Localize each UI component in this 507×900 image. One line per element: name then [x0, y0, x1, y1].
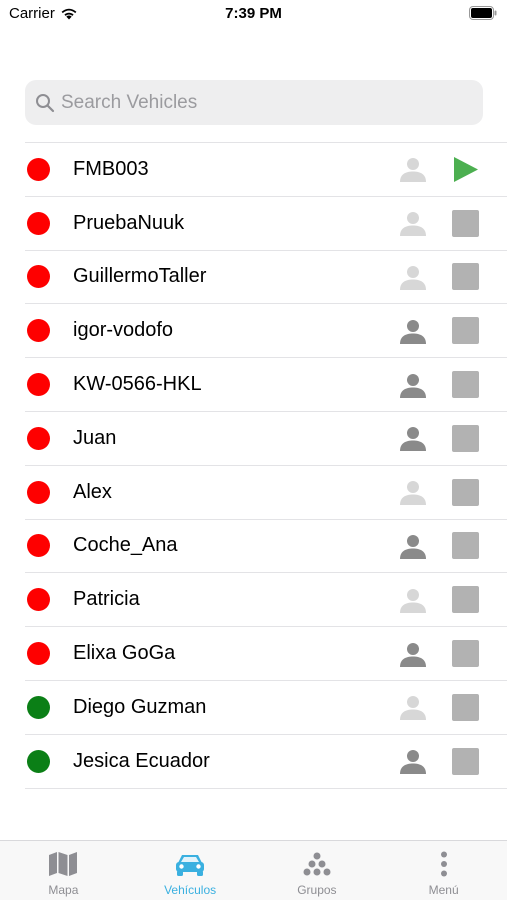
groups-icon — [301, 850, 333, 878]
tab-vehiculos[interactable]: Vehículos — [127, 841, 254, 900]
vehicle-row[interactable]: KW-0566-HKL — [25, 358, 507, 412]
vehicle-name: Juan — [73, 426, 117, 449]
stop-icon[interactable] — [452, 747, 479, 775]
vehicle-row[interactable]: Jesica Ecuador — [25, 735, 507, 789]
stop-icon[interactable] — [452, 478, 479, 506]
tab-mapa-label: Mapa — [48, 883, 79, 897]
status-time: 7:39 PM — [225, 5, 282, 22]
vehicle-name: Alex — [73, 480, 112, 503]
status-dot — [27, 319, 50, 343]
vehicle-row[interactable]: Alex — [25, 466, 507, 520]
driver-icon[interactable] — [399, 209, 427, 237]
status-dot — [27, 588, 50, 612]
status-dot — [27, 480, 50, 504]
vehicle-name: Jesica Ecuador — [73, 749, 210, 772]
stop-icon[interactable] — [452, 532, 479, 560]
status-dot — [27, 157, 50, 181]
status-dot — [27, 373, 50, 397]
more-icon — [428, 850, 460, 878]
vehicle-row[interactable]: PruebaNuuk — [25, 197, 507, 251]
vehicle-name: PruebaNuuk — [73, 211, 185, 234]
stop-icon[interactable] — [452, 371, 479, 399]
stop-icon[interactable] — [452, 586, 479, 614]
vehicle-name: igor-vodofo — [73, 319, 174, 342]
status-dot — [27, 642, 50, 666]
status-dot — [27, 211, 50, 235]
status-dot — [27, 534, 50, 558]
driver-icon[interactable] — [399, 640, 427, 668]
driver-icon[interactable] — [399, 263, 427, 291]
stop-icon[interactable] — [452, 209, 479, 237]
driver-icon[interactable] — [399, 532, 427, 560]
vehicle-name: KW-0566-HKL — [73, 373, 202, 396]
stop-icon[interactable] — [452, 640, 479, 668]
vehicle-row[interactable]: Coche_Ana — [25, 520, 507, 574]
driver-icon[interactable] — [399, 317, 427, 345]
tab-bar: Mapa Vehículos Grupos Menú — [0, 840, 507, 900]
vehicle-row[interactable]: igor-vodofo — [25, 304, 507, 359]
vehicle-name: Elixa GoGa — [73, 642, 176, 665]
status-dot — [27, 265, 50, 289]
stop-icon[interactable] — [452, 263, 479, 291]
vehicle-row[interactable]: Elixa GoGa — [25, 627, 507, 681]
vehicle-row[interactable]: Juan — [25, 412, 507, 466]
stop-icon[interactable] — [452, 424, 479, 452]
driver-icon[interactable] — [399, 747, 427, 775]
tab-grupos-label: Grupos — [297, 883, 337, 897]
search-input[interactable] — [61, 91, 461, 114]
driver-icon[interactable] — [399, 371, 427, 399]
battery-icon — [469, 6, 497, 20]
tab-grupos[interactable]: Grupos — [254, 841, 381, 900]
play-icon[interactable] — [452, 156, 479, 183]
tab-mapa[interactable]: Mapa — [0, 841, 127, 900]
search-bar[interactable] — [25, 80, 483, 125]
tab-menu-label: Menú — [428, 883, 459, 897]
vehicle-row[interactable]: Diego Guzman — [25, 681, 507, 735]
status-dot — [27, 749, 50, 773]
tab-vehiculos-label: Vehículos — [164, 883, 217, 897]
vehicle-name: FMB003 — [73, 157, 149, 180]
vehicle-row[interactable]: GuillermoTaller — [25, 251, 507, 305]
stop-icon[interactable] — [452, 317, 479, 345]
status-bar: Carrier 7:39 PM — [0, 0, 507, 30]
vehicle-name: Patricia — [73, 588, 140, 611]
driver-icon[interactable] — [399, 424, 427, 452]
car-icon — [174, 850, 206, 878]
stop-icon[interactable] — [452, 693, 479, 721]
status-dot — [27, 695, 50, 719]
vehicle-name: GuillermoTaller — [73, 265, 207, 288]
vehicle-list: FMB003 PruebaNuuk GuillermoTaller igor-vodo… — [25, 142, 507, 789]
driver-icon[interactable] — [399, 586, 427, 614]
driver-icon[interactable] — [399, 155, 427, 183]
vehicle-name: Coche_Ana — [73, 534, 178, 557]
vehicle-row[interactable]: FMB003 — [25, 143, 507, 197]
map-icon — [47, 850, 79, 878]
search-icon — [36, 93, 55, 112]
vehicle-row[interactable]: Patricia — [25, 573, 507, 628]
status-dot — [27, 426, 50, 450]
driver-icon[interactable] — [399, 693, 427, 721]
vehicle-name: Diego Guzman — [73, 695, 207, 718]
tab-menu[interactable]: Menú — [380, 841, 507, 900]
driver-icon[interactable] — [399, 478, 427, 506]
